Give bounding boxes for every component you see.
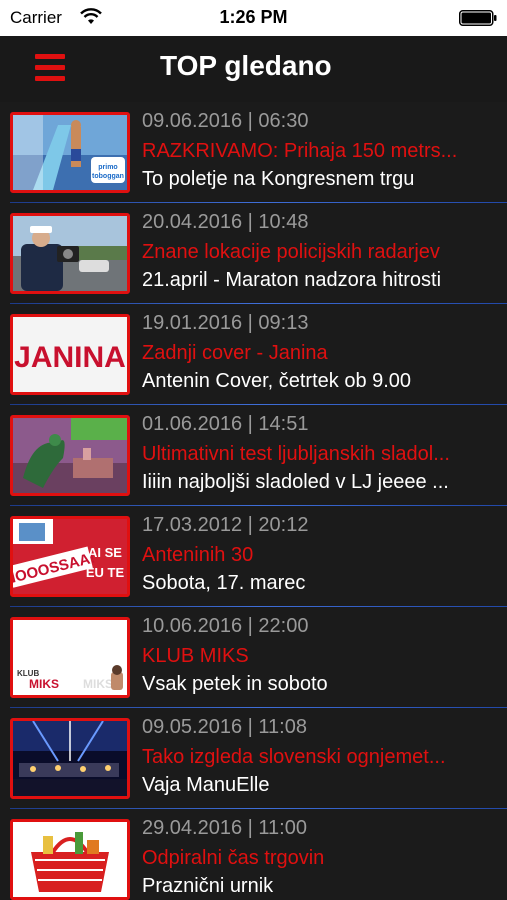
article-thumbnail — [10, 819, 130, 900]
status-time: 1:26 PM — [219, 7, 288, 27]
article-title: Znane lokacije policijskih radarjev — [142, 241, 440, 263]
svg-text:MIKS: MIKS — [29, 677, 59, 691]
article-title: Tako izgleda slovenski ognjemet... — [142, 746, 446, 768]
article-subtitle: Iiiin najboljši sladoled v LJ jeeee ... — [142, 471, 449, 493]
article-date: 29.04.2016 | 11:00 — [142, 817, 307, 839]
page-title: TOP gledano — [160, 50, 332, 81]
article-thumbnail — [10, 718, 130, 799]
article-title: Odpiralni čas trgovin — [142, 847, 325, 869]
article-subtitle: To poletje na Kongresnem trgu — [142, 168, 415, 190]
list-item[interactable]: primo toboggan 09.06.2016 | 06:30 RAZKRI… — [0, 102, 507, 203]
navigation-bar: TOP gledano — [0, 36, 507, 102]
article-subtitle: Vaja ManuElle — [142, 774, 270, 796]
article-date: 01.06.2016 | 14:51 — [142, 413, 309, 435]
list-item[interactable]: 09.05.2016 | 11:08 Tako izgleda slovensk… — [0, 708, 507, 809]
article-title: KLUB MIKS — [142, 645, 249, 667]
article-date: 19.01.2016 | 09:13 — [142, 312, 309, 334]
list-item[interactable]: NOOOSSAA! AI SE EU TE 17.03.2012 | 20:12… — [0, 506, 507, 607]
article-date: 09.05.2016 | 11:08 — [142, 716, 307, 738]
list-item[interactable]: KLUB MIKS MIKS 10.06.2016 | 22:00 KLUB M… — [0, 607, 507, 708]
list-item[interactable]: 01.06.2016 | 14:51 Ultimativni test ljub… — [0, 405, 507, 506]
battery-icon — [459, 10, 497, 26]
article-title: RAZKRIVAMO: Prihaja 150 metrs... — [142, 140, 458, 162]
article-thumbnail: JANINA — [10, 314, 130, 395]
article-date: 17.03.2012 | 20:12 — [142, 514, 309, 536]
status-bar: Carrier 1:26 PM — [0, 0, 507, 36]
article-date: 10.06.2016 | 22:00 — [142, 615, 309, 637]
article-thumbnail: KLUB MIKS MIKS — [10, 617, 130, 698]
article-title: Zadnji cover - Janina — [142, 342, 328, 364]
article-date: 20.04.2016 | 10:48 — [142, 211, 309, 233]
svg-text:EU TE: EU TE — [86, 565, 125, 580]
article-title: Ultimativni test ljubljanskih sladol... — [142, 443, 450, 465]
svg-text:primo: primo — [98, 164, 117, 171]
svg-text:AI SE: AI SE — [88, 545, 122, 560]
article-list[interactable]: primo toboggan 09.06.2016 | 06:30 RAZKRI… — [0, 102, 507, 900]
list-item[interactable]: 20.04.2016 | 10:48 Znane lokacije polici… — [0, 203, 507, 304]
hamburger-menu-icon[interactable] — [30, 54, 70, 84]
thumbnail-text: JANINA — [14, 341, 126, 374]
list-item[interactable]: JANINA 19.01.2016 | 09:13 Zadnji cover -… — [0, 304, 507, 405]
svg-text:MIKS: MIKS — [83, 677, 113, 691]
article-thumbnail — [10, 415, 130, 496]
article-title: Anteninih 30 — [142, 544, 254, 566]
article-thumbnail: NOOOSSAA! AI SE EU TE — [10, 516, 130, 597]
article-subtitle: Vsak petek in soboto — [142, 673, 328, 695]
article-subtitle: Sobota, 17. marec — [142, 572, 306, 594]
article-date: 09.06.2016 | 06:30 — [142, 110, 309, 132]
article-subtitle: Praznični urnik — [142, 875, 274, 897]
article-thumbnail: primo toboggan — [10, 112, 130, 193]
article-subtitle: Antenin Cover, četrtek ob 9.00 — [142, 370, 412, 392]
article-subtitle: 21.april - Maraton nadzora hitrosti — [142, 269, 442, 291]
list-item[interactable]: 29.04.2016 | 11:00 Odpiralni čas trgovin… — [0, 809, 507, 900]
svg-text:toboggan: toboggan — [92, 173, 124, 180]
article-thumbnail — [10, 213, 130, 294]
